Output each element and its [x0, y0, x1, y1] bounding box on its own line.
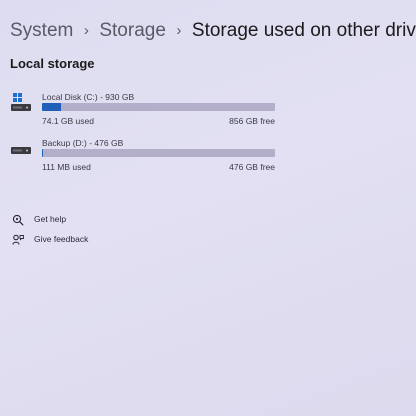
- drive-icon: [10, 138, 32, 160]
- breadcrumb: System › Storage › Storage used on other…: [10, 14, 416, 48]
- get-help-link[interactable]: Get help: [12, 211, 66, 227]
- windows-drive-icon: [10, 92, 32, 114]
- section-title-local-storage: Local storage: [10, 56, 95, 71]
- drive-item-d[interactable]: Backup (D:) - 476 GB 111 MB used 476 GB …: [10, 138, 280, 178]
- breadcrumb-system[interactable]: System: [10, 14, 73, 48]
- help-icon: [12, 213, 24, 226]
- drive-name: Local Disk (C:) - 930 GB: [42, 92, 135, 102]
- page-title: Storage used on other drives: [191, 20, 416, 41]
- breadcrumb-storage[interactable]: Storage: [99, 14, 166, 48]
- drive-free-label: 476 GB free: [229, 162, 275, 172]
- drive-free-label: 856 GB free: [229, 116, 275, 126]
- chevron-right-icon: ›: [176, 22, 182, 39]
- drive-item-c[interactable]: Local Disk (C:) - 930 GB 74.1 GB used 85…: [10, 92, 280, 132]
- storage-usage-bar: [42, 149, 275, 157]
- give-feedback-label: Give feedback: [34, 234, 89, 244]
- chevron-right-icon: ›: [83, 22, 89, 39]
- drive-used-label: 74.1 GB used: [42, 116, 94, 126]
- get-help-label: Get help: [34, 214, 67, 224]
- storage-usage-fill: [42, 103, 61, 111]
- drive-used-label: 111 MB used: [42, 162, 91, 172]
- feedback-icon: [12, 233, 24, 245]
- storage-usage-fill: [42, 149, 43, 157]
- storage-usage-bar: [42, 103, 275, 111]
- drive-name: Backup (D:) - 476 GB: [42, 138, 124, 148]
- give-feedback-link[interactable]: Give feedback: [12, 231, 88, 247]
